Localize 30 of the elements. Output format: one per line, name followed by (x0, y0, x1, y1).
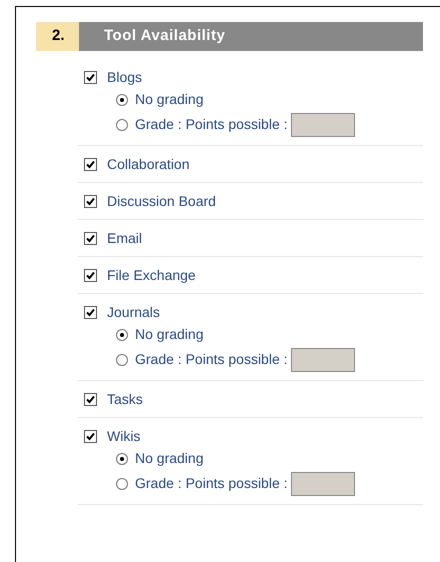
option-label: Grade : Points possible : (135, 350, 288, 369)
radio-button[interactable] (116, 478, 128, 490)
checkbox[interactable] (84, 158, 97, 170)
checkbox[interactable] (84, 392, 97, 406)
tool-label: Discussion Board (107, 192, 216, 210)
radio-button[interactable] (116, 328, 128, 340)
tool-label: Journals (107, 302, 160, 322)
radio-button[interactable] (116, 452, 128, 464)
tool-label: Tasks (107, 390, 143, 408)
section-title: Tool Availability (79, 22, 423, 51)
radio-button[interactable] (116, 94, 128, 106)
checkbox[interactable] (84, 232, 97, 244)
option-label: No grading (135, 449, 204, 468)
checkbox[interactable] (84, 306, 97, 318)
option-label: Grade : Points possible : (135, 474, 288, 493)
checkbox[interactable] (84, 268, 97, 282)
option-label: Grade : Points possible : (135, 115, 288, 134)
section-number: 2. (36, 22, 79, 51)
tool-label: Collaboration (107, 154, 190, 174)
radio-button[interactable] (116, 354, 128, 366)
checkbox[interactable] (84, 70, 97, 84)
tool-label: File Exchange (107, 266, 196, 285)
radio-button[interactable] (116, 118, 128, 130)
option-label: No grading (135, 90, 204, 109)
tool-label: Wikis (107, 426, 140, 446)
checkbox[interactable] (84, 430, 97, 442)
option-label: No grading (135, 325, 204, 344)
tool-label: Blogs (107, 68, 142, 87)
tool-label: Email (107, 228, 142, 248)
checkbox[interactable] (84, 194, 97, 208)
